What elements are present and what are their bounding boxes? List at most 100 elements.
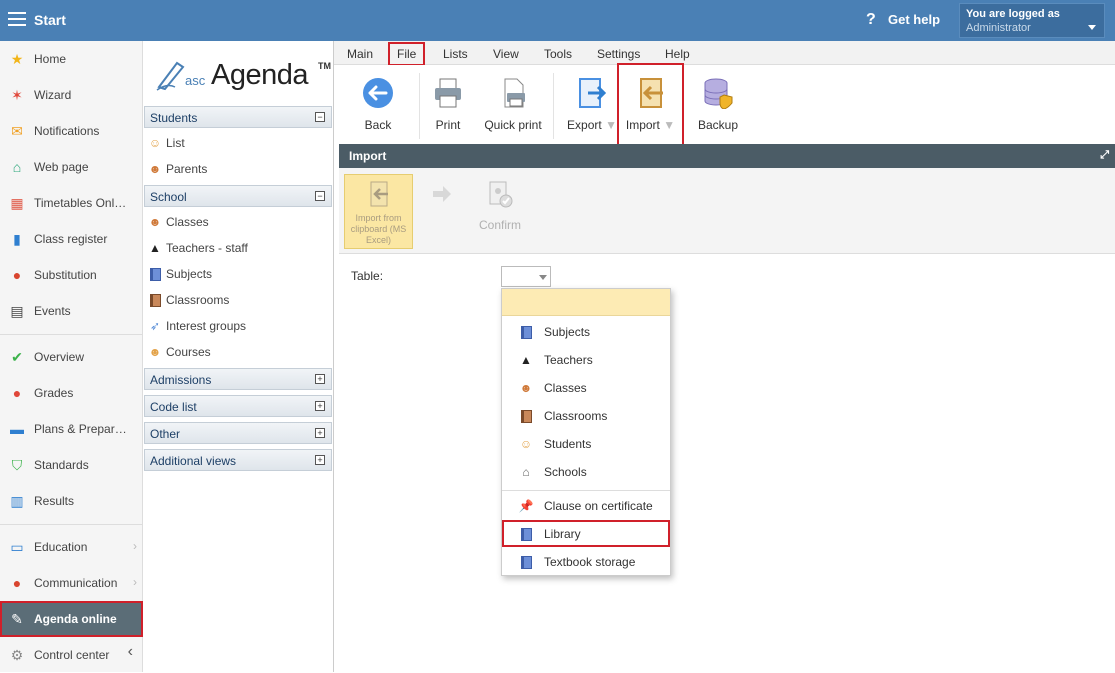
open-book-icon: ▭ <box>10 539 24 555</box>
option-teachers[interactable]: ▲ Teachers <box>502 346 670 373</box>
section-students[interactable]: Students − <box>144 106 332 128</box>
export-icon <box>579 78 607 108</box>
item-label: Classrooms <box>166 293 230 307</box>
nav-item-timetables[interactable]: ▦ Timetables Onl… <box>0 185 143 221</box>
expand-icon[interactable]: + <box>315 455 325 465</box>
user-menu[interactable]: You are logged as Administrator <box>959 3 1105 38</box>
nav-item-notifications[interactable]: ✉ Notifications <box>0 113 143 149</box>
nav-item-web-page[interactable]: ⌂ Web page <box>0 149 143 185</box>
export-button[interactable]: Export ▼ <box>564 73 620 143</box>
table-select[interactable] <box>501 266 551 287</box>
sidebar-item-subjects[interactable]: Subjects <box>147 262 331 286</box>
nav-divider <box>0 334 143 335</box>
option-classes[interactable]: ☻ Classes <box>502 374 670 401</box>
option-classrooms[interactable]: Classrooms <box>502 402 670 429</box>
section-code-list[interactable]: Code list + <box>144 395 332 417</box>
nav-item-standards[interactable]: ⛉ Standards <box>0 447 143 483</box>
section-label: Students <box>150 111 198 125</box>
menu-icon[interactable] <box>8 12 26 27</box>
import-clipboard-label: Import from clipboard (MS Excel) <box>350 213 407 245</box>
nav-item-plans[interactable]: ▬ Plans & Prepar… <box>0 411 143 447</box>
collapse-nav-icon[interactable]: ‹ <box>128 643 133 661</box>
sidebar-item-list[interactable]: ☺ List <box>147 131 331 155</box>
menu-settings[interactable]: Settings <box>597 47 640 61</box>
dropdown-empty-option[interactable] <box>502 289 670 316</box>
section-other[interactable]: Other + <box>144 422 332 444</box>
expand-icon[interactable]: + <box>315 401 325 411</box>
nav-label: Agenda online <box>34 612 117 626</box>
menu-tools[interactable]: Tools <box>544 47 572 61</box>
back-label: Back <box>364 118 392 132</box>
nav-item-home[interactable]: ★ Home <box>0 41 143 77</box>
confirm-button[interactable]: Confirm <box>469 176 531 236</box>
nav-item-results[interactable]: ▥ Results <box>0 483 143 519</box>
menu-view[interactable]: View <box>493 47 519 61</box>
menu-lists[interactable]: Lists <box>443 47 468 61</box>
sidebar-item-interest-groups[interactable]: ➶ Interest groups <box>147 314 331 338</box>
sidebar-item-teachers[interactable]: ▲ Teachers - staff <box>147 236 331 260</box>
option-library[interactable]: Library <box>502 520 670 547</box>
plans-icon: ▬ <box>10 421 24 437</box>
help-icon[interactable]: ? <box>866 11 876 29</box>
bar-chart-icon: ▥ <box>10 493 24 509</box>
option-label: Classrooms <box>544 409 608 423</box>
nav-item-grades[interactable]: ● Grades <box>0 375 143 411</box>
backup-button[interactable]: Backup <box>696 73 740 143</box>
option-label: Library <box>544 527 581 541</box>
sidebar-item-classrooms[interactable]: Classrooms <box>147 288 331 312</box>
option-subjects[interactable]: Subjects <box>502 318 670 345</box>
menu-help[interactable]: Help <box>665 47 690 61</box>
maximize-icon[interactable]: ⤢ <box>1100 149 1109 162</box>
expand-icon[interactable]: + <box>315 428 325 438</box>
nav-item-agenda-online[interactable]: ✎ Agenda online <box>0 601 143 637</box>
menu-file[interactable]: File <box>387 42 426 66</box>
app-title[interactable]: Start <box>34 12 66 28</box>
back-button[interactable]: Back <box>358 73 398 143</box>
expand-icon[interactable]: + <box>315 374 325 384</box>
nav-item-wizard[interactable]: ✶ Wizard <box>0 77 143 113</box>
nav-label: Overview <box>34 350 85 364</box>
database-icon <box>704 78 733 110</box>
print-button[interactable]: Print <box>430 73 466 143</box>
sidebar-item-classes[interactable]: ☻ Classes <box>147 210 331 234</box>
nav-item-communication[interactable]: ● Communication › <box>0 565 143 601</box>
import-button[interactable]: Import ▼ <box>617 63 684 146</box>
sidebar-item-courses[interactable]: ☻ Courses <box>147 340 331 364</box>
nav-item-events[interactable]: ▤ Events <box>0 293 143 329</box>
get-help-link[interactable]: Get help <box>888 12 940 27</box>
parents-icon: ☻ <box>148 162 162 176</box>
quick-print-button[interactable]: Quick print <box>482 73 544 143</box>
option-schools[interactable]: ⌂ Schools <box>502 458 670 485</box>
option-clause-on-certificate[interactable]: 📌 Clause on certificate <box>502 492 670 519</box>
chat-icon: ● <box>12 575 22 591</box>
grid-calendar-icon: ▦ <box>10 195 24 211</box>
panel-title: Import <box>349 149 387 163</box>
import-panel-header: Import ⤢ <box>339 144 1115 168</box>
grades-icon: ● <box>12 385 22 401</box>
nav-label: Timetables Onl… <box>34 196 127 210</box>
graduation-cap-icon: ▲ <box>149 241 161 255</box>
nav-item-education[interactable]: ▭ Education › <box>0 529 143 565</box>
collapse-icon[interactable]: − <box>315 112 325 122</box>
sidebar-item-parents[interactable]: ☻ Parents <box>147 157 331 181</box>
chevron-right-icon: › <box>133 575 137 589</box>
nav-divider <box>0 524 143 525</box>
nav-item-substitution[interactable]: ● Substitution <box>0 257 143 293</box>
section-school[interactable]: School − <box>144 185 332 207</box>
nav-item-overview[interactable]: ✔ Overview <box>0 339 143 375</box>
nav-item-class-register[interactable]: ▮ Class register <box>0 221 143 257</box>
collapse-icon[interactable]: − <box>315 191 325 201</box>
section-additional-views[interactable]: Additional views + <box>144 449 332 471</box>
option-textbook-storage[interactable]: Textbook storage <box>502 548 670 575</box>
item-label: Subjects <box>166 267 213 281</box>
nav-label: Web page <box>34 160 89 174</box>
table-dropdown: Subjects ▲ Teachers ☻ Classes Classrooms ☺… <box>501 288 671 576</box>
menu-main[interactable]: Main <box>347 47 373 61</box>
nav-label: Plans & Prepar… <box>34 422 127 436</box>
next-step-arrow-icon <box>433 186 451 202</box>
option-students[interactable]: ☺ Students <box>502 430 670 457</box>
section-admissions[interactable]: Admissions + <box>144 368 332 390</box>
nav-item-control-center[interactable]: ⚙ Control center ‹ <box>0 637 143 673</box>
import-from-clipboard-button[interactable]: Import from clipboard (MS Excel) <box>344 174 413 249</box>
calendar-icon: ▤ <box>10 303 24 319</box>
